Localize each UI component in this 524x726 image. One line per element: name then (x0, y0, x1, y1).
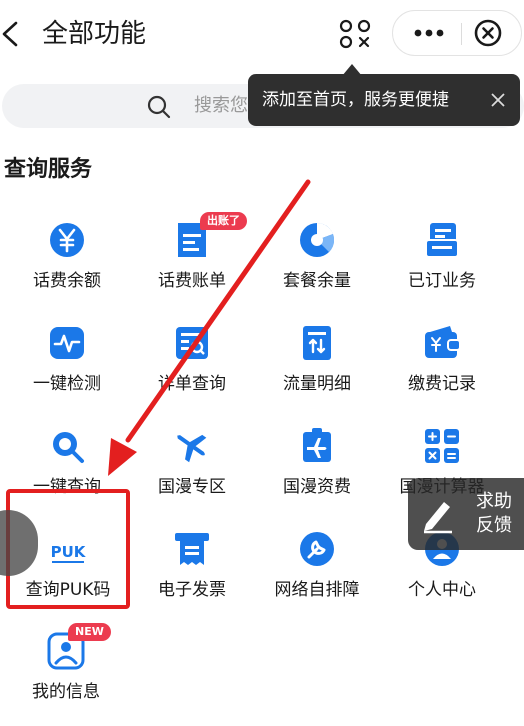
service-label: 网络自排障 (274, 580, 360, 600)
mini-program-capsule (392, 10, 522, 56)
data-usage-icon (303, 326, 331, 360)
service-item-details[interactable]: 详单查询 (130, 323, 254, 407)
page-title: 全部功能 (42, 19, 147, 49)
service-label: 已订业务 (408, 271, 476, 291)
capsule-divider (461, 23, 462, 45)
help-feedback-label: 求助 反馈 (476, 491, 512, 536)
service-item-roaming-fee[interactable]: 国漫资费 (255, 426, 379, 510)
more-options-icon[interactable] (409, 15, 449, 51)
service-label: 话费账单 (158, 271, 226, 291)
search-icon (147, 95, 171, 119)
help-feedback-button[interactable]: 求助 反馈 (408, 478, 524, 550)
tooltip-text: 添加至首页，服务更便捷 (262, 90, 449, 110)
pie-chart-icon (300, 222, 335, 257)
add-to-home-tooltip: 添加至首页，服务更便捷 (248, 74, 520, 126)
detail-list-icon (176, 327, 208, 359)
close-icon[interactable] (490, 92, 506, 108)
service-label: 我的信息 (32, 682, 100, 702)
wallet-icon (425, 326, 461, 358)
airplane-icon (177, 434, 207, 463)
pen-icon (424, 502, 452, 534)
scan-icon[interactable] (338, 18, 372, 50)
service-item-data-usage[interactable]: 流量明细 (255, 323, 379, 407)
invoice-icon (175, 533, 209, 565)
service-item-payment-history[interactable]: 缴费记录 (380, 323, 504, 407)
service-label: 套餐余量 (283, 271, 351, 291)
service-label: 流量明细 (283, 374, 351, 394)
yuan-coin-icon (50, 223, 84, 257)
wrench-icon (300, 532, 334, 566)
service-label: 详单查询 (158, 374, 226, 394)
badge-new: NEW (68, 623, 111, 641)
service-label: 国漫专区 (158, 477, 226, 497)
calculator-icon (425, 429, 459, 463)
service-item-network-troubleshoot[interactable]: 网络自排障 (255, 529, 379, 613)
service-item-package[interactable]: 套餐余量 (255, 220, 379, 304)
service-item-subscriptions[interactable]: 已订业务 (380, 220, 504, 304)
back-arrow-icon[interactable] (0, 16, 28, 52)
service-label: 电子发票 (158, 580, 226, 600)
search-placeholder: 搜索您 (194, 95, 248, 116)
subscription-icon (425, 223, 459, 258)
roaming-fee-icon (303, 428, 331, 462)
badge-billed: 出账了 (200, 212, 247, 230)
service-label: 一键检测 (33, 374, 101, 394)
service-item-roaming-zone[interactable]: 国漫专区 (130, 426, 254, 510)
service-item-check[interactable]: 一键检测 (5, 323, 129, 407)
pulse-icon (50, 327, 84, 359)
service-label: 话费余额 (33, 271, 101, 291)
service-label: 国漫资费 (283, 477, 351, 497)
service-label: 缴费记录 (408, 374, 476, 394)
navigation-bar: 全部功能 (0, 0, 524, 68)
service-item-balance[interactable]: 话费余额 (5, 220, 129, 304)
close-circle-icon[interactable] (473, 18, 503, 48)
service-item-my-info[interactable]: NEW 我的信息 (4, 623, 128, 715)
service-item-e-invoice[interactable]: 电子发票 (130, 529, 254, 613)
service-item-bill[interactable]: 出账了 话费账单 (130, 212, 254, 304)
service-label: 个人中心 (408, 580, 476, 600)
search-icon (53, 432, 84, 463)
section-title: 查询服务 (4, 157, 93, 182)
